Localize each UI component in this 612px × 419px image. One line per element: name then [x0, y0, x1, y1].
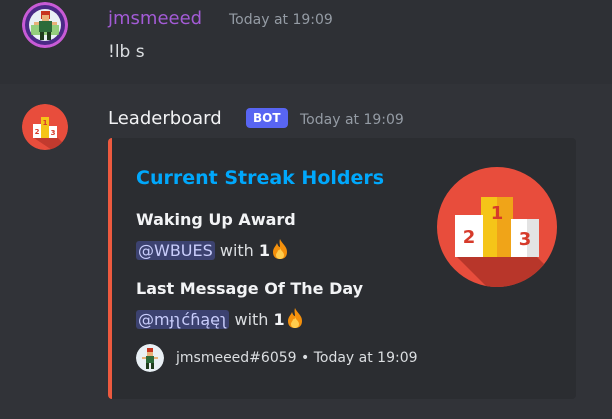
svg-text:1: 1 [43, 119, 48, 127]
streak-count: 1 [258, 241, 271, 260]
user-mention[interactable]: @mɟʅćɦąęʅ [136, 310, 230, 329]
with-text: with [234, 310, 269, 329]
podium-icon[interactable]: 1 2 3 [437, 167, 557, 287]
field-value-last-message: @mɟʅćɦąęʅ with 1 [136, 307, 305, 333]
bot-badge: BOT [246, 108, 288, 128]
svg-text:2: 2 [35, 128, 40, 136]
author-name[interactable]: jmsmeeed [108, 8, 202, 29]
field-name-waking-up: Waking Up Award [136, 210, 296, 229]
embed-footer: jmsmeeed#6059 • Today at 19:09 [176, 350, 418, 366]
field-name-last-message: Last Message Of The Day [136, 279, 364, 298]
podium-second-label: 2 [463, 227, 476, 248]
bot-name[interactable]: Leaderboard [108, 108, 222, 129]
user-mention[interactable]: @WBUES [136, 241, 215, 260]
with-text: with [219, 241, 254, 260]
message-timestamp: Today at 19:09 [300, 112, 404, 128]
embed-title[interactable]: Current Streak Holders [136, 167, 384, 189]
bot-avatar[interactable]: 1 2 3 [22, 104, 68, 150]
fire-icon [270, 238, 290, 264]
message-timestamp: Today at 19:09 [229, 12, 333, 28]
podium-first-label: 1 [491, 203, 504, 224]
footer-avatar [136, 344, 164, 372]
message-content: !lb s [108, 42, 145, 62]
user-avatar[interactable] [22, 2, 68, 48]
fire-icon [285, 307, 305, 333]
field-value-waking-up: @WBUES with 1 [136, 238, 290, 264]
leaderboard-embed: Current Streak Holders Waking Up Award @… [108, 138, 576, 399]
podium-third-label: 3 [519, 229, 532, 250]
svg-text:3: 3 [51, 129, 56, 137]
streak-count: 1 [273, 310, 285, 329]
message-jmsmeeed: jmsmeeed Today at 19:09 !lb s [0, 0, 612, 84]
